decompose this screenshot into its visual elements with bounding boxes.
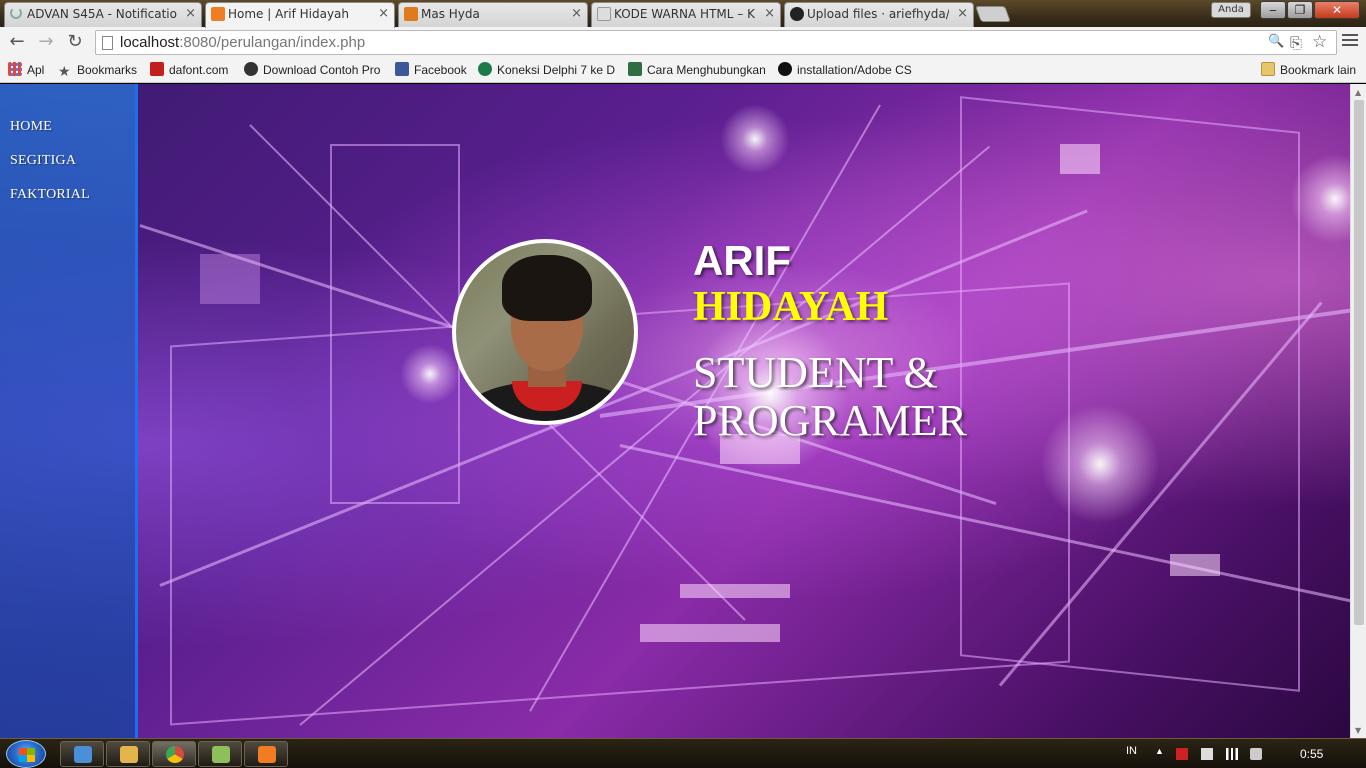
- windows-taskbar: IN ▲ 0:55: [0, 738, 1366, 768]
- close-icon[interactable]: ×: [571, 3, 582, 25]
- clock[interactable]: 0:55: [1300, 747, 1323, 761]
- scrollbar-thumb[interactable]: [1354, 100, 1364, 625]
- minimize-button[interactable]: ‒: [1260, 1, 1286, 19]
- page-scrollbar[interactable]: ▲ ▼: [1350, 84, 1366, 738]
- taskbar-chrome[interactable]: [152, 741, 196, 767]
- chrome-icon: [166, 746, 184, 763]
- scroll-up-icon[interactable]: ▲: [1355, 88, 1361, 97]
- folder-icon: [120, 746, 138, 763]
- start-button[interactable]: [6, 740, 46, 768]
- facebook-icon: [395, 62, 409, 76]
- power-icon[interactable]: [1201, 748, 1213, 760]
- star-icon: ★: [58, 63, 71, 79]
- tab-mas-hyda[interactable]: Mas Hyda ×: [398, 2, 588, 27]
- show-hidden-icons[interactable]: ▲: [1155, 746, 1164, 756]
- url-text: localhost:8080/perulangan/index.php: [120, 34, 366, 51]
- user-profile-badge[interactable]: Anda: [1211, 2, 1251, 18]
- tab-kode-warna[interactable]: KODE WARNA HTML – KL ×: [591, 2, 781, 27]
- close-icon[interactable]: ×: [378, 3, 389, 25]
- sidebar-item-faktorial[interactable]: FAKTORIAL: [10, 187, 90, 203]
- search-icon[interactable]: 🔍: [1268, 34, 1284, 49]
- sidebar-nav: HOME SEGITIGA FAKTORIAL: [0, 84, 138, 738]
- profile-avatar: [452, 239, 638, 425]
- translate-icon[interactable]: ⎘: [1290, 34, 1302, 52]
- taskbar-notepad[interactable]: [198, 741, 242, 767]
- network-signal-icon[interactable]: [1226, 748, 1238, 760]
- bookmark-star-icon[interactable]: ☆: [1312, 32, 1327, 52]
- bookmarks-bar: Apl ★ Bookmarks dafont.com Download Conto…: [0, 58, 1366, 83]
- bookmark-other-folder[interactable]: Bookmark lain: [1261, 62, 1361, 79]
- xampp-icon: [258, 746, 276, 763]
- tab-upload-files[interactable]: Upload files · ariefhyda/Pe ×: [784, 2, 974, 27]
- tab-home[interactable]: Home | Arif Hidayah ×: [205, 2, 395, 28]
- maximize-button[interactable]: ❐: [1287, 1, 1313, 19]
- chrome-menu-icon[interactable]: [1340, 31, 1360, 51]
- loading-icon: [10, 7, 22, 19]
- action-center-icon[interactable]: [1176, 748, 1188, 760]
- bookmark-installation-adobe[interactable]: installation/Adobe CS: [778, 62, 916, 79]
- bookmark-facebook[interactable]: Facebook: [395, 62, 470, 79]
- title-bar: ADVAN S45A - Notificatio × Home | Arif H…: [0, 0, 1366, 28]
- taskbar-xampp[interactable]: [244, 741, 288, 767]
- bookmark-download-contoh[interactable]: Download Contoh Pro: [244, 62, 384, 79]
- close-icon[interactable]: ×: [957, 3, 968, 25]
- keyboard-icon: [74, 746, 92, 763]
- profile-role: STUDENT & PROGRAMER: [693, 348, 967, 445]
- close-icon[interactable]: ×: [764, 3, 775, 25]
- bookmark-bookmarks[interactable]: ★ Bookmarks: [58, 62, 143, 79]
- page-viewport: HOME SEGITIGA FAKTORIAL ARIF HIDAYAH STU…: [0, 84, 1350, 738]
- sidebar-item-home[interactable]: HOME: [10, 119, 52, 135]
- sidebar-item-segitiga[interactable]: SEGITIGA: [10, 153, 76, 169]
- page-icon: [628, 62, 642, 76]
- bookmark-apl[interactable]: Apl: [8, 62, 50, 79]
- github-icon: [790, 7, 804, 21]
- notepad-icon: [212, 746, 230, 763]
- language-indicator[interactable]: IN: [1126, 745, 1137, 757]
- dafont-icon: [150, 62, 164, 76]
- globe-icon: [244, 62, 258, 76]
- close-icon[interactable]: ×: [185, 3, 196, 25]
- address-bar[interactable]: localhost:8080/perulangan/index.php 🔍 ⎘ …: [95, 30, 1337, 55]
- taskbar-explorer[interactable]: [106, 741, 150, 767]
- page-icon: [597, 7, 611, 21]
- page-icon: [478, 62, 492, 76]
- bookmark-koneksi-delphi[interactable]: Koneksi Delphi 7 ke D: [478, 62, 616, 79]
- forward-button[interactable]: →: [35, 31, 57, 53]
- bookmark-dafont[interactable]: dafont.com: [150, 62, 235, 79]
- tab-advan[interactable]: ADVAN S45A - Notificatio ×: [4, 2, 202, 27]
- volume-muted-icon[interactable]: [1250, 748, 1262, 760]
- page-icon: [102, 36, 113, 50]
- folder-icon: [1261, 62, 1275, 76]
- back-button[interactable]: ←: [6, 31, 28, 53]
- new-tab-button[interactable]: [975, 6, 1011, 22]
- scroll-down-icon[interactable]: ▼: [1355, 726, 1361, 735]
- blogger-icon: [404, 7, 418, 21]
- browser-toolbar: ← → ↻ localhost:8080/perulangan/index.ph…: [0, 27, 1366, 58]
- windows-logo-icon: [19, 748, 35, 762]
- profile-last-name: HIDAYAH: [693, 284, 889, 330]
- github-icon: [778, 62, 792, 76]
- reload-button[interactable]: ↻: [64, 31, 86, 53]
- apps-icon: [8, 62, 22, 76]
- bookmark-cara-menghubungkan[interactable]: Cara Menghubungkan: [628, 62, 766, 79]
- xampp-icon: [211, 7, 225, 21]
- close-window-button[interactable]: ✕: [1314, 1, 1360, 19]
- profile-first-name: ARIF: [693, 237, 791, 284]
- taskbar-keyboard[interactable]: [60, 741, 104, 767]
